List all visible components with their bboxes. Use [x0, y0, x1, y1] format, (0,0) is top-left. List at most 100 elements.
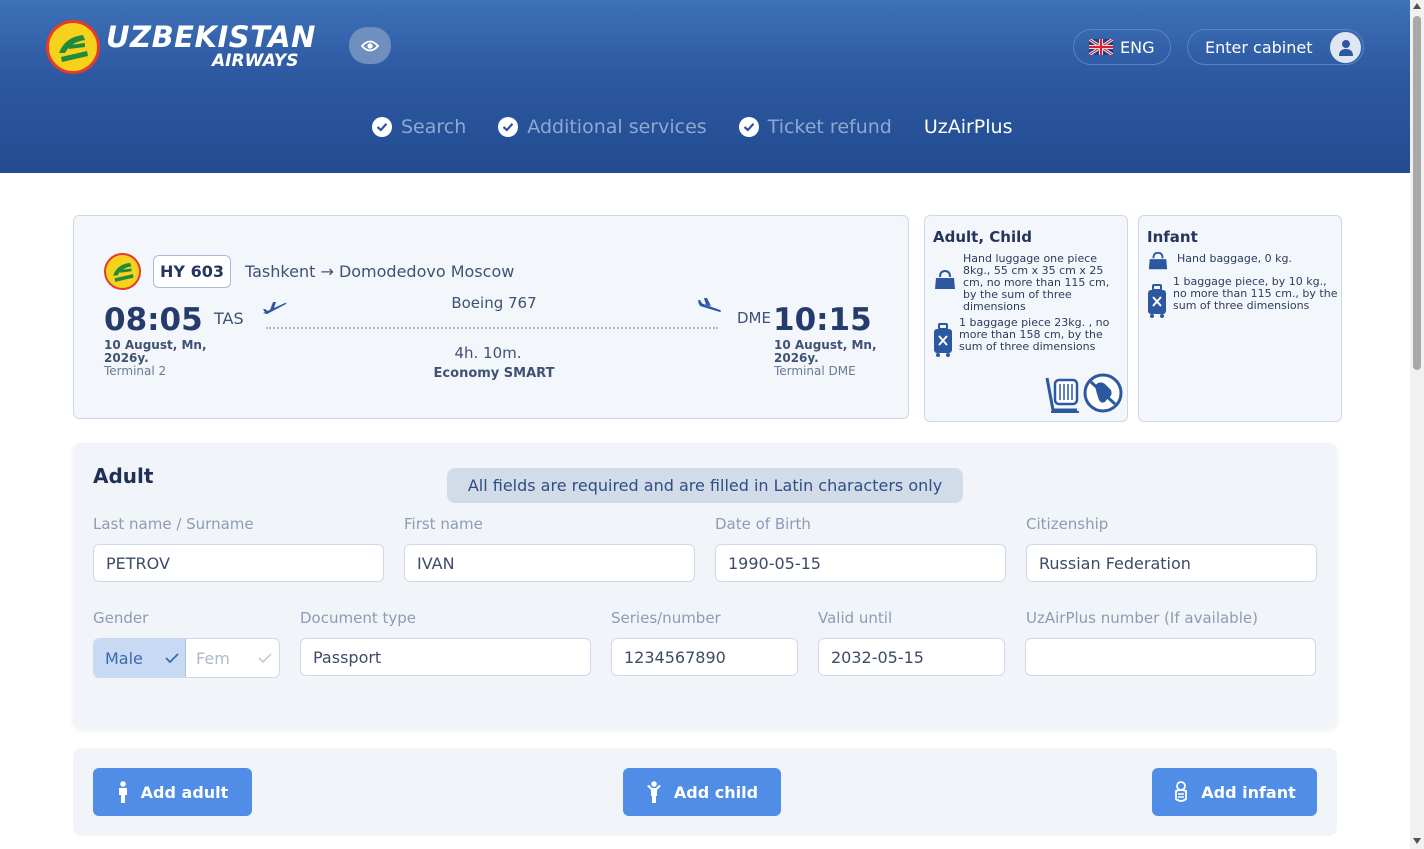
main-nav: Search Additional services Ticket refund… [372, 116, 1045, 138]
baggage-infant-title: Infant [1147, 228, 1198, 246]
scroll-down-arrow-icon[interactable] [1413, 838, 1421, 844]
series-number-label: Series/number [611, 609, 721, 627]
gender-female-label: Fem [196, 648, 230, 668]
accessibility-button[interactable] [349, 27, 391, 64]
citizenship-label: Citizenship [1026, 515, 1109, 533]
gender-female-option[interactable]: Fem [186, 639, 279, 677]
add-infant-label: Add infant [1201, 782, 1296, 802]
landing-plane-icon [698, 298, 721, 312]
page-scrollbar[interactable] [1410, 0, 1424, 849]
baggage-infant-card: Infant Hand baggage, 0 kg. 1 baggage pie… [1138, 215, 1342, 422]
add-adult-label: Add adult [140, 782, 229, 802]
departure-date: 10 August, Mn, 2026y. [104, 338, 207, 365]
add-child-button[interactable]: Add child [623, 768, 781, 816]
dog-icon [1083, 373, 1123, 413]
check-icon [258, 653, 272, 663]
checked-baggage-row: 1 baggage piece 23kg. , no more than 158… [933, 317, 1123, 357]
infant-hand-baggage-text: Hand baggage, 0 kg. [1177, 252, 1292, 265]
user-avatar-icon [1330, 32, 1361, 63]
adult-person-icon [118, 781, 127, 803]
uzairplus-number-input[interactable] [1025, 638, 1316, 676]
scrollbar-thumb[interactable] [1413, 16, 1421, 370]
brand-subtitle: AIRWAYS [212, 51, 299, 71]
suitcase-icon [934, 323, 952, 357]
last-name-input[interactable]: PETROV [93, 544, 384, 582]
top-header: UZBEKISTAN AIRWAYS ENG Enter cabinet Sea… [0, 0, 1410, 173]
takeoff-plane-icon [263, 302, 287, 314]
nav-uzairplus-label: UzAirPlus [923, 116, 1013, 138]
check-circle-icon [738, 117, 759, 137]
nav-ticket-refund-label: Ticket refund [767, 116, 892, 138]
gender-male-label: Male [105, 648, 143, 668]
latin-characters-notice: All fields are required and are filled i… [447, 468, 963, 503]
add-passenger-bar: Add adult Add child Add infant [73, 748, 1337, 836]
infant-checked-baggage-text: 1 baggage piece, by 10 kg., no more than… [1173, 275, 1338, 312]
add-infant-button[interactable]: Add infant [1152, 768, 1317, 816]
add-child-label: Add child [673, 782, 759, 802]
arrival-time: 10:15 [773, 302, 872, 338]
arrival-terminal: Terminal DME [774, 364, 856, 378]
series-number-input[interactable]: 1234567890 [611, 638, 798, 676]
hand-luggage-row: Hand luggage one piece 8kg., 55 cm x 35 … [933, 253, 1123, 313]
check-circle-icon [498, 117, 519, 137]
flight-route: Tashkent → Domodedovo Moscow [245, 262, 515, 281]
language-label: ENG [1120, 37, 1155, 57]
check-circle-icon [372, 117, 392, 137]
hand-luggage-text: Hand luggage one piece 8kg., 55 cm x 35 … [963, 252, 1110, 313]
baggage-adult-child-card: Adult, Child Hand luggage one piece 8kg.… [924, 215, 1128, 422]
pet-icons [1043, 372, 1123, 414]
check-icon [165, 653, 179, 663]
scroll-up-arrow-icon[interactable] [1413, 3, 1421, 9]
eye-icon [361, 40, 379, 51]
flight-duration: 4h. 10m. [454, 344, 522, 362]
aircraft-type: Boeing 767 [451, 294, 537, 312]
gender-toggle: Male Fem [93, 638, 280, 678]
valid-until-input[interactable]: 2032-05-15 [818, 638, 1005, 676]
nav-additional-services-label: Additional services [527, 116, 707, 138]
brand-name: UZBEKISTAN [106, 20, 316, 54]
cabin-class: Economy SMART [433, 366, 555, 381]
nav-search[interactable]: Search [372, 116, 466, 138]
departure-airport-code: TAS [214, 309, 244, 328]
nav-search-label: Search [401, 116, 467, 138]
arrival-airport-code: DME [737, 309, 771, 327]
gender-label: Gender [93, 609, 149, 627]
departure-time: 08:05 [104, 302, 203, 338]
suitcase-icon [1148, 284, 1166, 318]
enter-cabinet-button[interactable]: Enter cabinet [1187, 29, 1364, 65]
first-name-input[interactable]: IVAN [404, 544, 695, 582]
logo-emblem-icon [46, 20, 100, 74]
nav-additional-services[interactable]: Additional services [498, 116, 707, 138]
dob-input[interactable]: 1990-05-15 [715, 544, 1006, 582]
infant-icon [1175, 781, 1188, 802]
nav-uzairplus[interactable]: UzAirPlus [924, 116, 1013, 138]
valid-until-label: Valid until [818, 609, 893, 627]
passenger-type-title: Adult [93, 464, 154, 488]
arrival-date: 10 August, Mn, 2026y. [774, 338, 877, 365]
infant-checked-baggage-row: 1 baggage piece, by 10 kg., no more than… [1147, 276, 1339, 318]
flight-number-badge: HY 603 [153, 255, 231, 288]
departure-terminal: Terminal 2 [104, 364, 167, 378]
cabinet-label: Enter cabinet [1205, 37, 1313, 57]
nav-ticket-refund[interactable]: Ticket refund [738, 116, 892, 138]
document-type-label: Document type [300, 609, 416, 627]
citizenship-select[interactable]: Russian Federation [1026, 544, 1317, 582]
checked-baggage-text: 1 baggage piece 23kg. , no more than 158… [959, 316, 1110, 353]
airline-logo[interactable]: UZBEKISTAN AIRWAYS [46, 20, 315, 76]
uk-flag-icon [1089, 39, 1113, 55]
gender-male-option[interactable]: Male [94, 639, 187, 677]
document-type-select[interactable]: Passport [300, 638, 591, 676]
add-adult-button[interactable]: Add adult [93, 768, 252, 816]
dob-label: Date of Birth [715, 515, 811, 533]
last-name-label: Last name / Surname [93, 515, 254, 533]
uzairplus-number-label: UzAirPlus number (If available) [1026, 609, 1258, 627]
child-person-icon [646, 781, 661, 803]
flight-summary-card: HY 603 Tashkent → Domodedovo Moscow 08:0… [73, 215, 909, 419]
route-dotted-line [266, 327, 718, 329]
pet-carrier-icon [1045, 377, 1079, 413]
language-selector[interactable]: ENG [1073, 29, 1171, 65]
baggage-adult-child-title: Adult, Child [933, 228, 1032, 246]
handbag-icon [935, 269, 955, 289]
infant-hand-baggage-row: Hand baggage, 0 kg. [1147, 250, 1337, 272]
passenger-form: Adult All fields are required and are fi… [73, 443, 1337, 728]
